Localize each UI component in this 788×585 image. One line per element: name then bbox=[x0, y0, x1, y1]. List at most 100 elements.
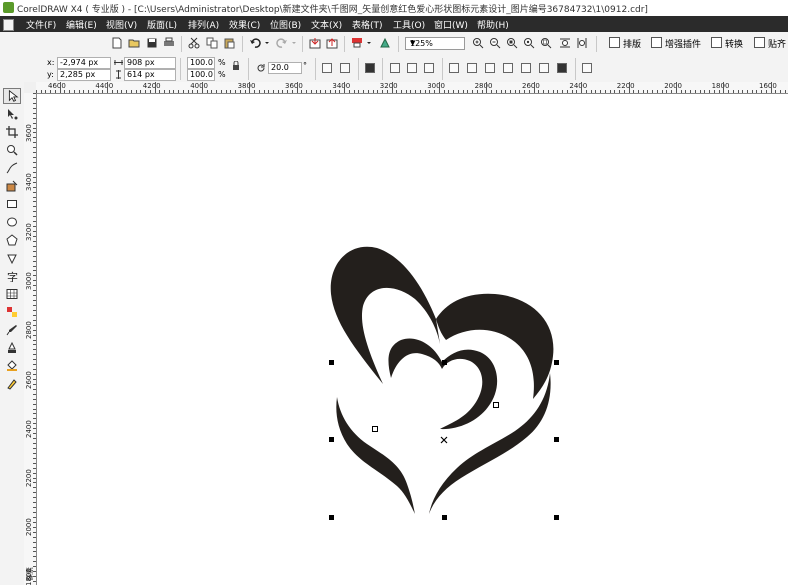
path-node[interactable] bbox=[493, 402, 499, 408]
import-icon[interactable] bbox=[309, 37, 321, 49]
undo-dropdown-icon[interactable] bbox=[264, 37, 270, 49]
paste-icon[interactable] bbox=[223, 37, 235, 49]
front-minus-back-icon[interactable] bbox=[521, 63, 531, 73]
rotation-angle-field[interactable]: 20.0 bbox=[268, 62, 302, 74]
undo-icon[interactable] bbox=[249, 37, 261, 49]
break-apart-icon[interactable] bbox=[407, 63, 417, 73]
table-tool-icon[interactable] bbox=[6, 288, 18, 300]
heart-artwork[interactable] bbox=[37, 94, 788, 585]
object-height-field[interactable]: 614 px bbox=[124, 69, 176, 81]
x-position-field[interactable]: -2,974 px bbox=[57, 57, 111, 69]
zoom-selected-icon[interactable] bbox=[506, 37, 518, 49]
lock-ratio-icon[interactable] bbox=[232, 61, 240, 71]
zoom-level-select[interactable]: 125% ▼ bbox=[405, 37, 465, 50]
ellipse-tool-icon[interactable] bbox=[6, 216, 18, 228]
fill-tool-icon[interactable] bbox=[6, 360, 18, 372]
scale-x-field[interactable]: 100.0 bbox=[187, 57, 215, 69]
back-minus-front-icon[interactable] bbox=[539, 63, 549, 73]
y-position-field[interactable]: 2,285 px bbox=[57, 69, 111, 81]
menu-effects[interactable]: 效果(C) bbox=[229, 18, 260, 31]
print-icon[interactable] bbox=[163, 37, 175, 49]
launcher-icon[interactable] bbox=[351, 37, 363, 49]
drawing-canvas[interactable] bbox=[37, 94, 788, 585]
menu-arrange[interactable]: 排列(A) bbox=[188, 18, 219, 31]
polygon-tool-icon[interactable] bbox=[6, 234, 18, 246]
simplify-icon[interactable] bbox=[503, 63, 513, 73]
crop-tool-icon[interactable] bbox=[6, 126, 18, 138]
intersect-icon[interactable] bbox=[485, 63, 495, 73]
cut-icon[interactable] bbox=[188, 37, 200, 49]
redo-icon[interactable] bbox=[276, 37, 288, 49]
weld-icon[interactable] bbox=[449, 63, 459, 73]
new-icon[interactable] bbox=[111, 37, 123, 49]
selection-handle-bottom-center[interactable] bbox=[442, 515, 447, 520]
menu-tools[interactable]: 工具(O) bbox=[393, 18, 425, 31]
eyedropper-tool-icon[interactable] bbox=[6, 324, 18, 336]
align-distribute-icon[interactable] bbox=[582, 63, 592, 73]
text-tool-icon[interactable]: 字 bbox=[6, 270, 18, 282]
launcher-dropdown-icon[interactable] bbox=[366, 37, 372, 49]
horizontal-ruler[interactable]: 4600 4400 4200 4000 3800 3600 3400 3200 3000 2800… bbox=[36, 82, 788, 94]
snap-button[interactable]: 贴齐 bbox=[754, 37, 786, 50]
center-marker-icon[interactable] bbox=[440, 436, 448, 444]
ruler-tick bbox=[33, 137, 36, 139]
path-node[interactable] bbox=[372, 426, 378, 432]
selection-handle-bottom-left[interactable] bbox=[329, 515, 334, 520]
zoom-height-icon[interactable] bbox=[576, 37, 588, 49]
layout-plugin-button[interactable]: 排版 bbox=[609, 37, 641, 50]
document-icon[interactable] bbox=[3, 19, 14, 31]
convert-button[interactable]: 转换 bbox=[711, 37, 743, 50]
welcome-icon[interactable] bbox=[379, 37, 391, 49]
menu-text[interactable]: 文本(X) bbox=[311, 18, 342, 31]
ruler-tick bbox=[40, 90, 42, 93]
menu-table[interactable]: 表格(T) bbox=[352, 18, 383, 31]
enhance-plugin-button[interactable]: 增强插件 bbox=[651, 37, 701, 50]
copy-icon[interactable] bbox=[206, 37, 218, 49]
mirror-horizontal-icon[interactable] bbox=[322, 63, 332, 73]
ruler-tick bbox=[528, 90, 530, 93]
zoom-all-icon[interactable] bbox=[523, 37, 535, 49]
ruler-tick bbox=[628, 82, 630, 93]
create-boundary-icon[interactable] bbox=[557, 63, 567, 73]
smart-fill-icon[interactable] bbox=[6, 180, 18, 192]
selection-handle-top-center[interactable] bbox=[442, 360, 447, 365]
interactive-blend-icon[interactable] bbox=[6, 306, 18, 318]
save-icon[interactable] bbox=[146, 37, 158, 49]
zoom-tool-icon[interactable] bbox=[6, 144, 18, 156]
basic-shapes-icon[interactable] bbox=[6, 252, 18, 264]
menu-window[interactable]: 窗口(W) bbox=[434, 18, 468, 31]
menu-file[interactable]: 文件(F) bbox=[26, 18, 56, 31]
menu-view[interactable]: 视图(V) bbox=[106, 18, 137, 31]
selection-handle-bottom-right[interactable] bbox=[554, 515, 559, 520]
object-width-field[interactable]: 908 px bbox=[124, 57, 176, 69]
selection-handle-top-left[interactable] bbox=[329, 360, 334, 365]
combine-icon[interactable] bbox=[390, 63, 400, 73]
menu-edit[interactable]: 编辑(E) bbox=[66, 18, 97, 31]
zoom-out-icon[interactable] bbox=[489, 37, 501, 49]
ruler-tick bbox=[585, 90, 587, 93]
menu-help[interactable]: 帮助(H) bbox=[477, 18, 509, 31]
zoom-page-icon[interactable] bbox=[540, 37, 552, 49]
zoom-width-icon[interactable] bbox=[559, 37, 571, 49]
redo-dropdown-icon[interactable] bbox=[291, 37, 297, 49]
selection-handle-middle-left[interactable] bbox=[329, 437, 334, 442]
selection-handle-top-right[interactable] bbox=[554, 360, 559, 365]
selection-handle-middle-right[interactable] bbox=[554, 437, 559, 442]
menu-layout[interactable]: 版面(L) bbox=[147, 18, 177, 31]
mirror-vertical-icon[interactable] bbox=[340, 63, 350, 73]
export-icon[interactable] bbox=[326, 37, 338, 49]
vertical-ruler[interactable]: 3600 3400 3200 3000 2800 2600 2400 2200 2000 1800… bbox=[24, 93, 37, 585]
rectangle-tool-icon[interactable] bbox=[6, 198, 18, 210]
shape-tool-icon[interactable] bbox=[6, 108, 18, 120]
interactive-fill-icon[interactable] bbox=[6, 378, 18, 390]
freehand-tool-icon[interactable] bbox=[6, 162, 18, 174]
zoom-in-icon[interactable] bbox=[472, 37, 484, 49]
trim-icon[interactable] bbox=[467, 63, 477, 73]
menu-bitmaps[interactable]: 位图(B) bbox=[270, 18, 301, 31]
scale-y-field[interactable]: 100.0 bbox=[187, 69, 215, 81]
open-icon[interactable] bbox=[128, 37, 140, 49]
outline-tool-icon[interactable] bbox=[6, 342, 18, 354]
ungroup-all-icon[interactable] bbox=[424, 63, 434, 73]
group-icon[interactable] bbox=[365, 63, 375, 73]
pick-tool-icon[interactable] bbox=[3, 88, 21, 104]
